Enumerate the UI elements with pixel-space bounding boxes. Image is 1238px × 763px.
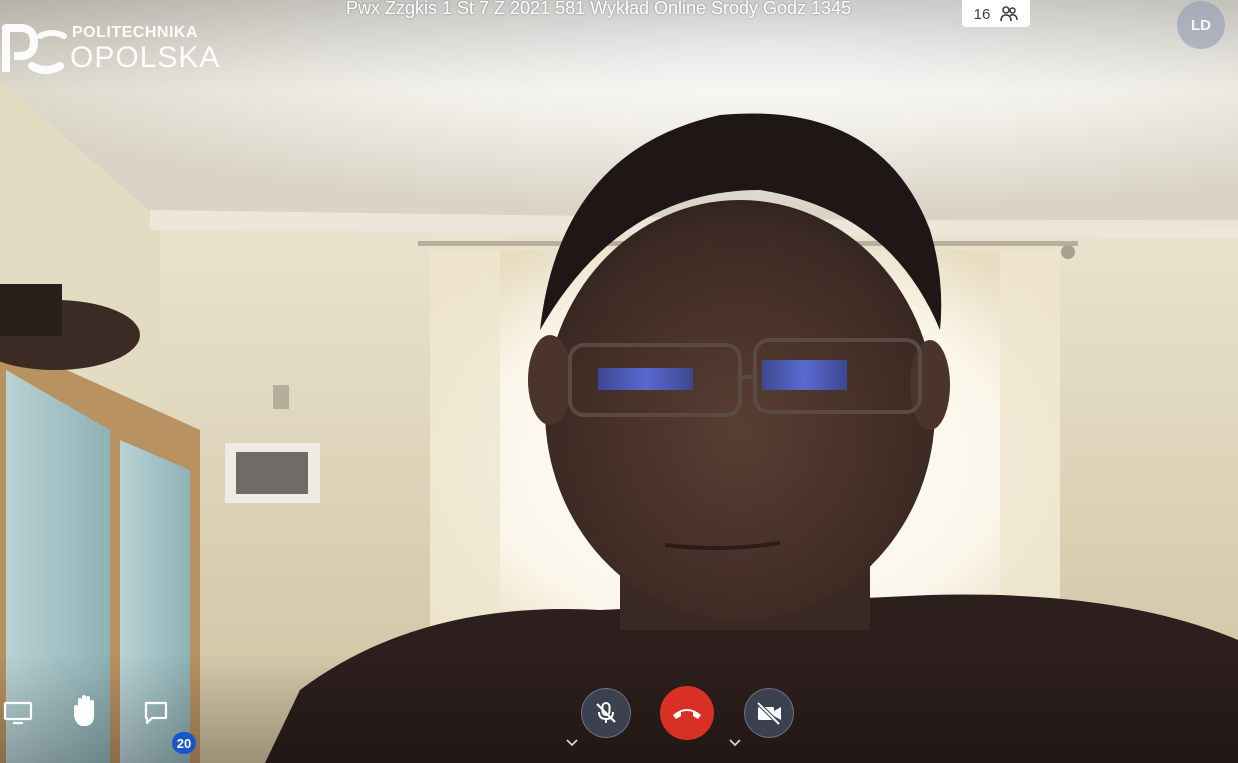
politechnika-logo-icon <box>2 24 67 74</box>
camera-off-icon <box>756 701 781 726</box>
participant-count: 16 <box>973 5 991 23</box>
meeting-title: Pwx Zzgkis 1 St 7 Z 2021 581 Wykład Onli… <box>346 0 852 18</box>
hand-icon <box>74 695 94 726</box>
chevron-down-icon[interactable] <box>565 738 579 748</box>
chat-unread-badge: 20 <box>172 732 196 754</box>
camera-toggle-button[interactable] <box>744 688 794 738</box>
raise-hand-button[interactable] <box>68 693 104 729</box>
chevron-down-icon[interactable] <box>728 738 742 748</box>
video-feed <box>0 0 1238 763</box>
monitor-icon <box>3 701 33 725</box>
mic-muted-icon <box>596 702 616 723</box>
microphone-toggle-button[interactable] <box>581 688 631 738</box>
user-avatar[interactable]: LD <box>1177 1 1225 49</box>
meeting-window: POLITECHNIKA OPOLSKA Pwx Zzgkis 1 St 7 Z… <box>0 0 1238 763</box>
logo-text-line1: POLITECHNIKA <box>72 24 198 41</box>
phone-hangup-icon <box>673 709 701 719</box>
share-screen-button[interactable] <box>0 695 36 731</box>
participants-button[interactable]: 16 <box>962 0 1030 27</box>
chat-bubble-icon <box>144 701 168 725</box>
logo-text-line2: OPOLSKA <box>70 41 221 74</box>
people-icon <box>1000 5 1019 23</box>
chat-button[interactable] <box>138 695 174 731</box>
leave-call-button[interactable] <box>660 686 714 740</box>
brand-logo: POLITECHNIKA OPOLSKA <box>2 22 219 74</box>
